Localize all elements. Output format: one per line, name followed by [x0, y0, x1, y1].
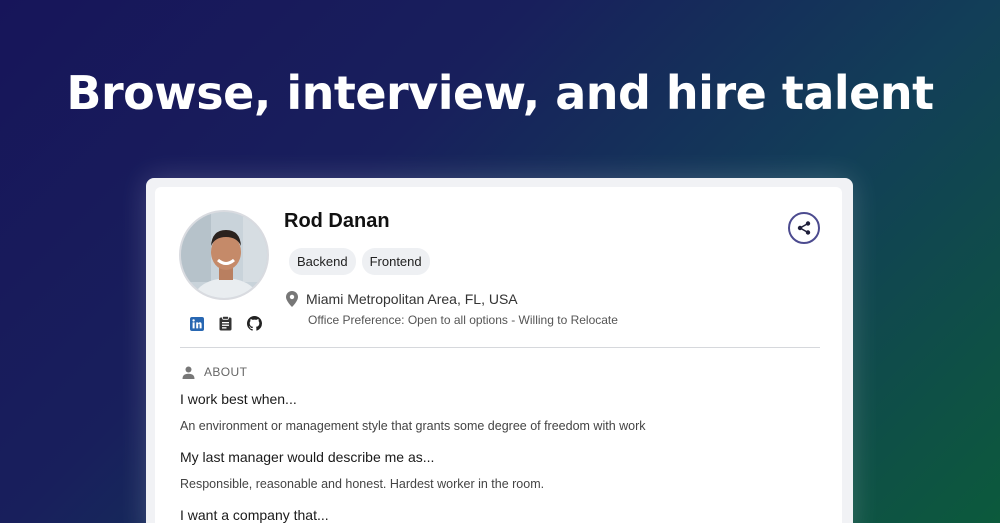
- about-question: I want a company that...: [180, 507, 329, 523]
- about-question: My last manager would describe me as...: [180, 449, 435, 465]
- skill-tags: Backend Frontend: [289, 248, 430, 275]
- about-answer: An environment or management style that …: [180, 419, 646, 433]
- github-icon[interactable]: [246, 315, 263, 332]
- linkedin-icon[interactable]: [188, 315, 205, 332]
- resume-icon[interactable]: [217, 315, 234, 332]
- divider: [180, 347, 820, 348]
- person-icon: [182, 366, 195, 379]
- avatar: [179, 210, 269, 300]
- candidate-name: Rod Danan: [284, 210, 390, 232]
- tag-frontend: Frontend: [361, 248, 430, 275]
- about-answer: Responsible, reasonable and honest. Hard…: [180, 477, 545, 491]
- about-heading: ABOUT: [182, 365, 247, 379]
- share-icon: [797, 221, 811, 235]
- avatar-photo: [181, 212, 267, 298]
- location-pin-icon: [286, 291, 298, 307]
- profile-card: Rod Danan Backend Frontend Miami Metropo…: [155, 187, 842, 523]
- about-heading-text: ABOUT: [204, 365, 248, 379]
- office-preference: Office Preference: Open to all options -…: [308, 313, 618, 327]
- hero-title: Browse, interview, and hire talent: [66, 66, 934, 120]
- location: Miami Metropolitan Area, FL, USA: [286, 291, 518, 307]
- share-button[interactable]: [788, 212, 820, 244]
- social-links: [188, 315, 263, 332]
- about-question: I work best when...: [180, 391, 297, 407]
- location-text: Miami Metropolitan Area, FL, USA: [306, 291, 518, 307]
- tag-backend: Backend: [289, 248, 356, 275]
